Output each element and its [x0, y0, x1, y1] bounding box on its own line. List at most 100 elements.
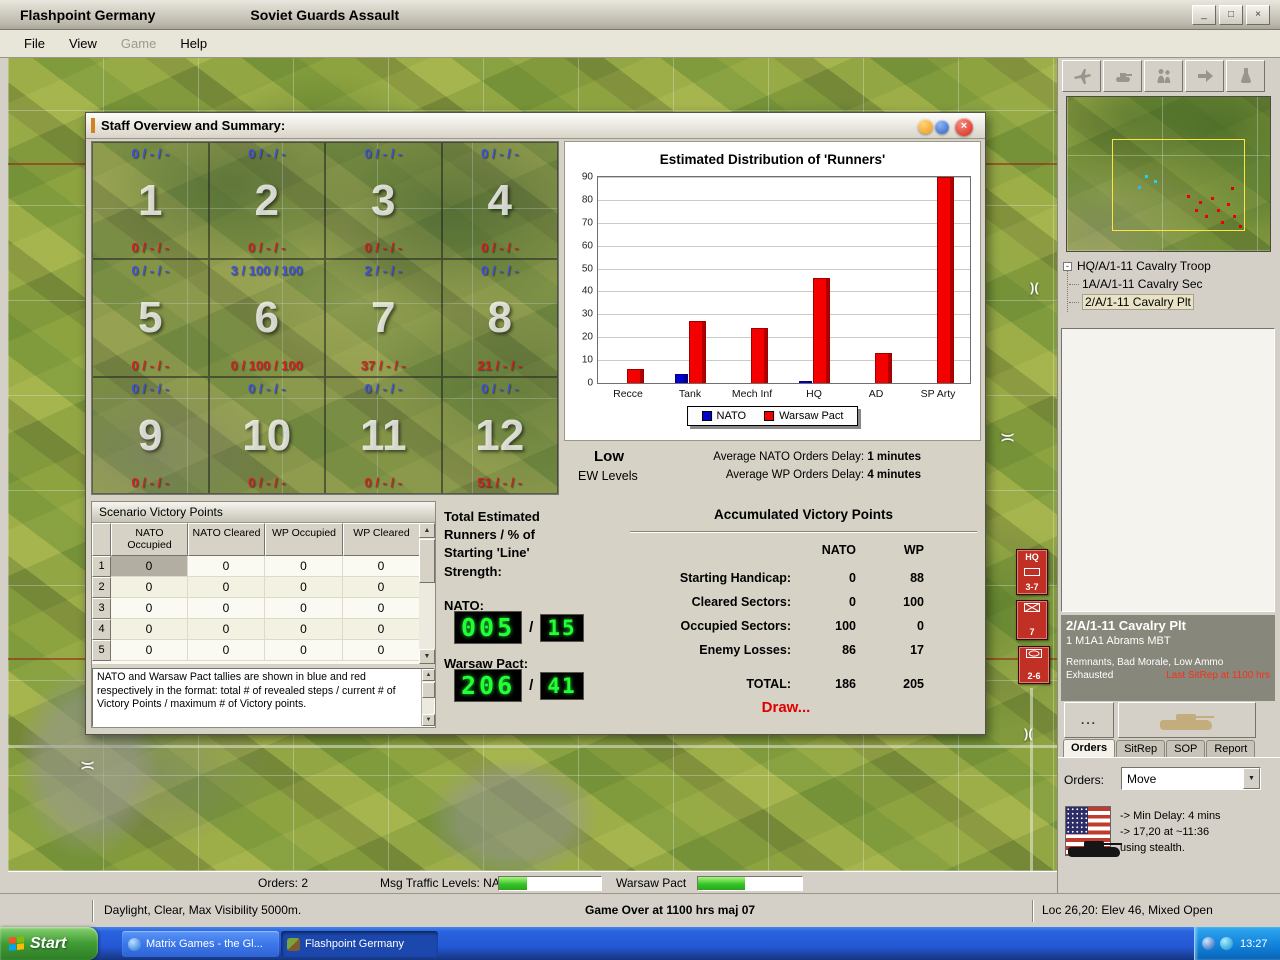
toolbar-button-advance[interactable]	[1185, 60, 1224, 92]
note-scrollbar[interactable]: ▲ ▼	[421, 669, 435, 726]
scrollbar-thumb[interactable]	[422, 682, 435, 698]
tree-connector	[1069, 301, 1079, 303]
chevron-down-icon[interactable]: ▼	[1243, 768, 1260, 789]
divider	[1058, 757, 1280, 758]
avp-title: Accumulated Victory Points	[713, 507, 894, 522]
x-tick-label: Mech Inf	[731, 388, 773, 400]
legend-swatch	[701, 411, 712, 421]
x-tick-label: HQ	[806, 388, 822, 400]
minimap-viewport[interactable]	[1112, 139, 1245, 231]
chart-x-labels: Recce Tank Mech Inf HQ AD SP Arty	[597, 388, 971, 402]
gridline	[598, 199, 970, 201]
bridge-icon: )(	[80, 761, 96, 770]
scroll-up-icon[interactable]: ▲	[422, 669, 435, 681]
gridline	[598, 177, 970, 178]
tab-report[interactable]: Report	[1206, 740, 1256, 758]
scroll-down-icon[interactable]: ▼	[419, 649, 435, 664]
ew-panel: Low EW Levels Average NATO Orders Delay:…	[564, 445, 981, 494]
dialog-help-button[interactable]	[935, 120, 949, 134]
svp-corner-cell	[92, 523, 111, 556]
toolbar-button-infantry[interactable]	[1144, 60, 1183, 92]
menu-view[interactable]: View	[57, 32, 109, 55]
tab-sop[interactable]: SOP	[1166, 740, 1206, 758]
tree-item-cavalry-sec[interactable]: 1A/A/1-11 Cavalry Sec	[1082, 277, 1203, 291]
y-tick-label: 20	[581, 331, 593, 343]
windows-logo-icon	[9, 935, 24, 952]
menu-game: Game	[120, 36, 157, 51]
wp-pct-led: 41	[540, 671, 584, 700]
map-unit-counter-armor[interactable]: 2-6	[1018, 646, 1050, 684]
armor-symbol-icon	[1026, 649, 1042, 658]
tab-orders[interactable]: Orders	[1063, 739, 1116, 758]
accumulated-victory-points-panel: Accumulated Victory Points NATO WP Starti…	[626, 501, 981, 728]
y-tick-label: 0	[587, 377, 593, 389]
scroll-down-icon[interactable]: ▼	[422, 714, 435, 726]
sector-cell-11: 0 / - / -11 0 / - / -	[325, 376, 442, 494]
start-button[interactable]: Start	[0, 927, 98, 960]
scroll-up-icon[interactable]: ▲	[419, 523, 435, 538]
tree-item-cavalry-plt[interactable]: 2/A/1-11 Cavalry Plt	[1082, 294, 1194, 310]
dialog-minimize-button[interactable]	[918, 119, 933, 134]
browser-icon	[128, 937, 141, 951]
wp-runners-display: 206 / 41	[454, 669, 584, 702]
flask-icon	[1240, 68, 1251, 83]
menu-help[interactable]: Help	[168, 32, 219, 55]
avp-row: Cleared Sectors: 0 100	[691, 595, 924, 609]
chart-legend: NATO Warsaw Pact	[686, 406, 859, 426]
dialog-titlebar[interactable]: Staff Overview and Summary:	[86, 113, 985, 139]
svp-col-header: NATO Cleared	[188, 523, 265, 556]
restore-button[interactable]: □	[1219, 5, 1243, 25]
taskbar-button-flashpoint[interactable]: Flashpoint Germany	[281, 931, 438, 957]
map-unit-counter-hq[interactable]: HQ 3-7	[1016, 549, 1048, 595]
svp-selected-cell[interactable]: 0	[111, 556, 188, 577]
runners-title: Total Estimated Runners / % of Starting …	[444, 509, 540, 579]
cursor-location: Loc 26,20: Elev 46, Mixed Open	[1042, 903, 1213, 917]
taskbar-button-matrix-games[interactable]: Matrix Games - the Gl...	[122, 931, 279, 957]
svp-row: 50000	[92, 640, 435, 661]
bar-warsaw-pact-hq	[813, 277, 830, 383]
toolbar-button-supply[interactable]	[1226, 60, 1265, 92]
gridline	[598, 337, 970, 339]
unit-status: Remnants, Bad Morale, Low Ammo	[1066, 657, 1224, 668]
sector-cell-3: 0 / - / -30 / - / -	[325, 142, 442, 260]
tray-icon-1[interactable]	[1202, 937, 1215, 950]
unit-name: 2/A/1-11 Cavalry Plt	[1066, 618, 1186, 633]
toolbar-button-air[interactable]	[1062, 60, 1101, 92]
y-tick-label: 80	[581, 194, 593, 206]
close-button[interactable]: ×	[1246, 5, 1270, 25]
tree-item-hq-troop[interactable]: HQ/A/1-11 Cavalry Troop	[1077, 259, 1211, 273]
nato-runners-display: 005 / 15	[454, 611, 584, 644]
scrollbar-thumb[interactable]	[419, 539, 435, 583]
minimize-button[interactable]: _	[1192, 5, 1216, 25]
dialog-close-button[interactable]: ×	[955, 118, 973, 136]
message-traffic-bar: Orders: 2 Msg Traffic Levels: NATO Warsa…	[8, 871, 1057, 893]
orders-dropdown[interactable]: Move ▼	[1121, 767, 1261, 790]
svp-scrollbar[interactable]: ▲ ▼	[419, 523, 435, 664]
bar-warsaw-pact-recce	[627, 369, 644, 383]
tray-icon-2[interactable]	[1220, 937, 1233, 950]
road	[1030, 688, 1033, 871]
toolbar-button-armor[interactable]	[1103, 60, 1142, 92]
svp-row: 10000	[92, 556, 435, 577]
more-options-button[interactable]: ...	[1064, 702, 1114, 738]
avp-row: Starting Handicap: 0 88	[679, 571, 924, 585]
divider	[92, 900, 94, 922]
avp-row: Enemy Losses: 86 17	[699, 643, 924, 657]
bar-nato-hq	[799, 380, 812, 383]
menu-bar: File View Game Help	[0, 30, 1280, 58]
sector-cell-10: 0 / - / -10 0 / - / -	[208, 376, 325, 494]
tab-sitrep[interactable]: SitRep	[1116, 740, 1166, 758]
avp-total-row: TOTAL: 186 205	[746, 677, 924, 691]
menu-file[interactable]: File	[12, 32, 57, 55]
tree-collapse-icon[interactable]: -	[1063, 261, 1072, 271]
wp-traffic-label: Warsaw Pact	[616, 876, 687, 890]
bridge-icon: )(	[1030, 280, 1039, 295]
map-unit-counter-inf[interactable]: 7	[1016, 600, 1048, 640]
unit-picture-button[interactable]	[1118, 702, 1256, 738]
sector-cell-9: 0 / - / -90 / - / -	[92, 376, 209, 494]
nato-traffic-label: Msg Traffic Levels: NATO	[380, 876, 516, 890]
svp-row: 30000	[92, 598, 435, 619]
bridge-icon: )(	[1000, 433, 1016, 442]
minimap[interactable]	[1066, 96, 1271, 252]
unit-tree: - HQ/A/1-11 Cavalry Troop 1A/A/1-11 Cava…	[1061, 256, 1275, 328]
